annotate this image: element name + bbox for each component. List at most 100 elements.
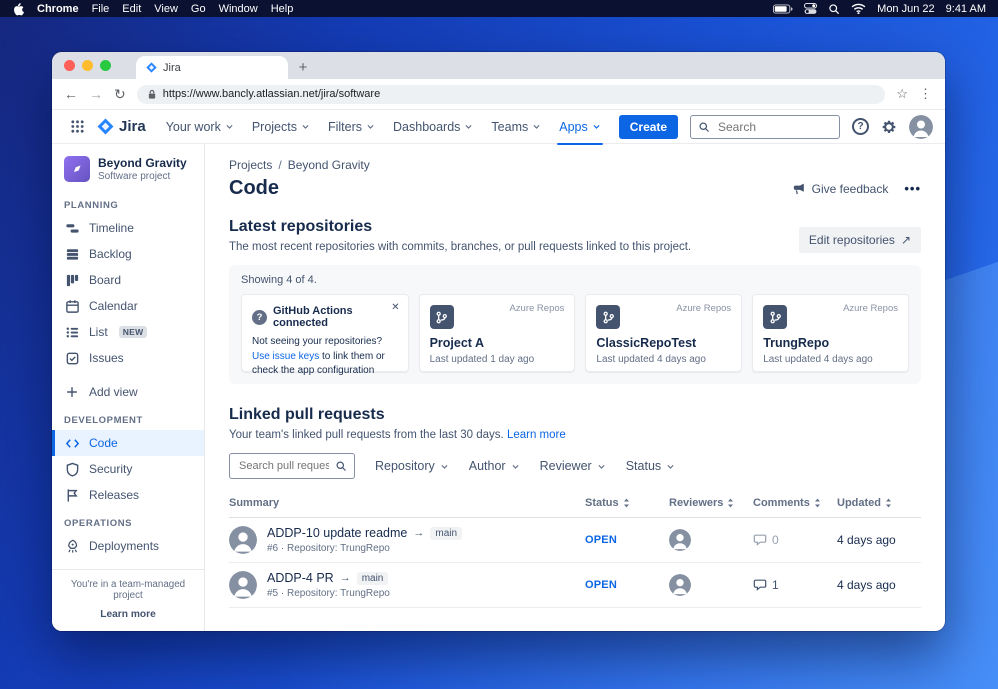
- wifi-icon[interactable]: [851, 3, 866, 14]
- sidebar-item-code[interactable]: Code: [52, 430, 204, 456]
- prs-learn-more-link[interactable]: Learn more: [507, 429, 566, 441]
- url-text: https://www.bancly.atlassian.net/jira/so…: [163, 88, 380, 100]
- bookmark-star-icon[interactable]: ☆: [896, 86, 908, 102]
- project-header[interactable]: Beyond Gravity Software project: [52, 156, 204, 190]
- nav-your-work[interactable]: Your work: [158, 113, 242, 141]
- repo-card[interactable]: Azure Repos TrungRepo Last updated 4 day…: [752, 294, 909, 372]
- global-search[interactable]: [690, 115, 840, 139]
- minimize-window-button[interactable]: [82, 60, 93, 71]
- sidebar-add-view[interactable]: Add view: [52, 379, 204, 405]
- back-button[interactable]: ←: [64, 87, 78, 101]
- rocket-icon: [64, 538, 80, 554]
- chevron-down-icon: [440, 462, 449, 471]
- sidebar-item-board[interactable]: Board: [52, 267, 204, 293]
- chevron-down-icon: [511, 462, 520, 471]
- menubar-app-name[interactable]: Chrome: [37, 3, 79, 15]
- pr-search[interactable]: [229, 453, 355, 479]
- jira-logo[interactable]: Jira: [97, 118, 146, 135]
- pr-table: Summary Status Reviewers: [229, 493, 921, 608]
- control-center-icon[interactable]: [804, 3, 817, 14]
- nav-filters[interactable]: Filters: [320, 113, 383, 141]
- pr-updated: 4 days ago: [837, 533, 921, 547]
- filter-status[interactable]: Status: [626, 459, 675, 473]
- menubar-date[interactable]: Mon Jun 22: [877, 3, 934, 15]
- issues-icon: [64, 350, 80, 366]
- repo-card[interactable]: Azure Repos Project A Last updated 1 day…: [419, 294, 576, 372]
- menubar-item-help[interactable]: Help: [271, 3, 294, 15]
- create-button[interactable]: Create: [619, 115, 678, 139]
- browser-menu-icon[interactable]: ⋮: [919, 86, 933, 102]
- column-status[interactable]: Status: [585, 497, 669, 509]
- pr-filters: Repository Author Reviewer: [229, 453, 921, 479]
- repo-card[interactable]: Azure Repos ClassicRepoTest Last updated…: [585, 294, 742, 372]
- zoom-window-button[interactable]: [100, 60, 111, 71]
- filter-repository[interactable]: Repository: [375, 459, 449, 473]
- sidebar-item-timeline[interactable]: Timeline: [52, 215, 204, 241]
- filter-author[interactable]: Author: [469, 459, 520, 473]
- breadcrumb-project-name[interactable]: Beyond Gravity: [288, 158, 370, 172]
- global-search-input[interactable]: [716, 119, 832, 135]
- repo-name[interactable]: ClassicRepoTest: [596, 336, 731, 350]
- nav-teams[interactable]: Teams: [483, 113, 549, 141]
- pr-title[interactable]: ADDP-10 update readme: [267, 526, 407, 540]
- reviewer-avatar: [669, 529, 691, 551]
- sidebar-item-security[interactable]: Security: [52, 456, 204, 482]
- column-updated[interactable]: Updated: [837, 497, 921, 509]
- address-bar[interactable]: https://www.bancly.atlassian.net/jira/so…: [137, 85, 886, 104]
- new-tab-button[interactable]: +: [292, 56, 314, 78]
- browser-tab-jira[interactable]: Jira: [136, 56, 288, 79]
- repo-name[interactable]: TrungRepo: [763, 336, 898, 350]
- column-reviewers[interactable]: Reviewers: [669, 497, 753, 509]
- close-icon[interactable]: ✕: [391, 302, 399, 313]
- spotlight-search-icon[interactable]: [828, 3, 840, 15]
- give-feedback-button[interactable]: Give feedback: [792, 182, 889, 196]
- close-window-button[interactable]: [64, 60, 75, 71]
- nav-apps[interactable]: Apps: [551, 113, 609, 141]
- nav-label: Projects: [252, 120, 297, 134]
- battery-icon[interactable]: [773, 4, 793, 14]
- settings-gear-icon[interactable]: [881, 119, 897, 135]
- issue-keys-link[interactable]: Use issue keys: [252, 351, 319, 362]
- pr-title[interactable]: ADDP-4 PR: [267, 571, 334, 585]
- nav-projects[interactable]: Projects: [244, 113, 318, 141]
- pr-row[interactable]: ADDP-10 update readme → main #6 · Reposi…: [229, 518, 921, 563]
- branch-badge: main: [357, 572, 389, 585]
- sidebar-item-label: Backlog: [89, 247, 132, 261]
- apple-logo-icon[interactable]: [12, 2, 24, 16]
- pr-search-input[interactable]: [237, 459, 331, 473]
- search-icon: [335, 460, 347, 472]
- sidebar-item-deployments[interactable]: Deployments: [52, 533, 204, 559]
- repo-name[interactable]: Project A: [430, 336, 565, 350]
- edit-repositories-button[interactable]: Edit repositories ↗: [799, 227, 921, 253]
- nav-dashboards[interactable]: Dashboards: [385, 113, 481, 141]
- repo-provider-label: Azure Repos: [509, 303, 564, 314]
- menubar-item-file[interactable]: File: [92, 3, 110, 15]
- breadcrumb-projects[interactable]: Projects: [229, 158, 272, 172]
- pr-row[interactable]: ADDP-4 PR → main #5 · Repository: TrungR…: [229, 563, 921, 608]
- pr-meta: #5 · Repository: TrungRepo: [267, 588, 390, 599]
- reload-button[interactable]: ↻: [114, 87, 126, 101]
- sidebar-item-list[interactable]: List NEW: [52, 319, 204, 345]
- sidebar-item-issues[interactable]: Issues: [52, 345, 204, 371]
- menubar-item-edit[interactable]: Edit: [122, 3, 141, 15]
- menubar-time[interactable]: 9:41 AM: [946, 3, 986, 15]
- menubar-item-go[interactable]: Go: [191, 3, 206, 15]
- repositories-panel: Showing 4 of 4. ? GitHub Actions connect…: [229, 265, 921, 384]
- window-controls: [64, 60, 111, 71]
- filter-reviewer[interactable]: Reviewer: [540, 459, 606, 473]
- sidebar-item-backlog[interactable]: Backlog: [52, 241, 204, 267]
- user-avatar[interactable]: [909, 115, 933, 139]
- more-actions-icon[interactable]: •••: [904, 181, 921, 196]
- sidebar-item-calendar[interactable]: Calendar: [52, 293, 204, 319]
- menubar-item-window[interactable]: Window: [219, 3, 258, 15]
- menubar-item-view[interactable]: View: [154, 3, 178, 15]
- repos-heading: Latest repositories: [229, 218, 691, 236]
- column-comments[interactable]: Comments: [753, 497, 837, 509]
- learn-more-link[interactable]: Learn more: [60, 609, 196, 620]
- app-switcher-icon[interactable]: [64, 115, 91, 138]
- help-icon[interactable]: ?: [852, 118, 869, 135]
- page-title: Code: [229, 177, 279, 200]
- sidebar-item-releases[interactable]: Releases: [52, 482, 204, 508]
- forward-button[interactable]: →: [89, 87, 103, 101]
- browser-toolbar: ← → ↻ https://www.bancly.atlassian.net/j…: [52, 79, 945, 110]
